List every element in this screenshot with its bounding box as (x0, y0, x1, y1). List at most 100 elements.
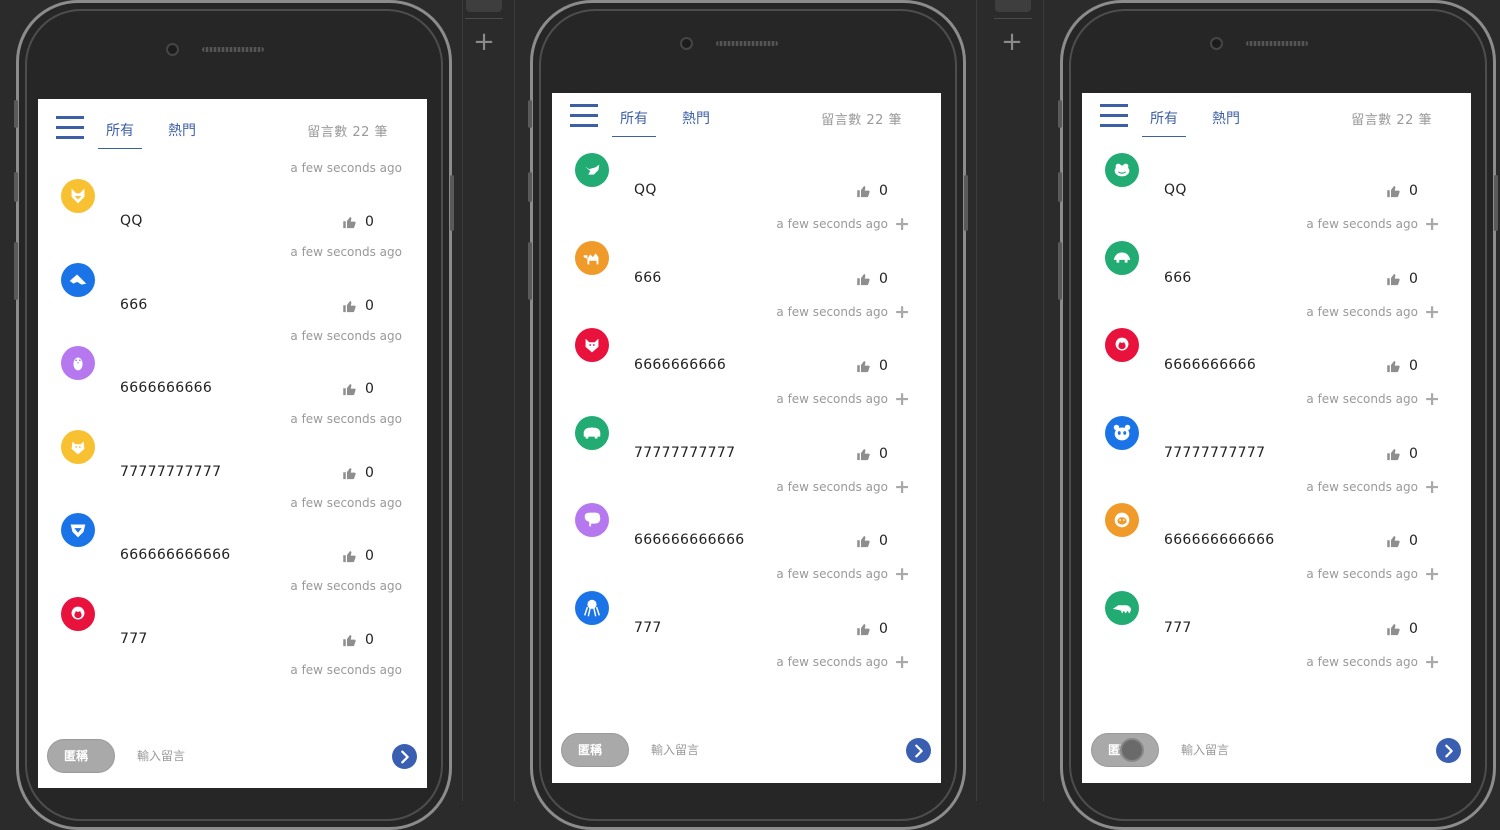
phone-side-button (14, 100, 18, 128)
like-button[interactable]: 0 (342, 298, 374, 314)
like-count: 0 (879, 358, 888, 374)
like-button[interactable]: 0 (856, 446, 888, 462)
like-count: 0 (1409, 621, 1418, 637)
anonymous-label: 匿稱 (578, 743, 603, 757)
thumbs-up-icon (856, 534, 871, 549)
camera-icon (680, 37, 693, 50)
like-button[interactable]: 0 (856, 271, 888, 287)
like-button[interactable]: 0 (1386, 446, 1418, 462)
frog-avatar (1105, 153, 1139, 187)
hamburger-menu-icon[interactable] (56, 116, 84, 141)
like-button[interactable]: 0 (342, 548, 374, 564)
thumbs-up-icon (342, 549, 357, 564)
monkey-icon (1115, 337, 1129, 351)
comment-count: 留言數 22 筆 (1351, 113, 1432, 128)
app-screen: 所有 熱門 留言數 22 筆 QQ 0 a few seconds ago +666 0 a f… (1082, 93, 1471, 783)
timestamp: a few seconds ago (1306, 567, 1418, 581)
timestamp: a few seconds ago (1306, 655, 1418, 669)
add-reply-icon[interactable]: + (894, 653, 910, 672)
toggle-knob[interactable] (1120, 738, 1144, 762)
like-button[interactable]: 0 (1386, 183, 1418, 199)
device-handle[interactable] (995, 0, 1031, 12)
tab-all[interactable]: 所有 (612, 108, 656, 137)
camera-icon (1210, 37, 1223, 50)
turtle-avatar (1105, 241, 1139, 275)
like-button[interactable]: 0 (856, 533, 888, 549)
like-count: 0 (365, 298, 374, 314)
turtle-icon (1113, 252, 1131, 263)
add-reply-icon[interactable]: + (894, 215, 910, 234)
tab-hot[interactable]: 熱門 (1212, 108, 1240, 128)
add-reply-icon[interactable]: + (1424, 390, 1440, 409)
monkey-icon (71, 606, 85, 620)
like-count: 0 (365, 548, 374, 564)
like-button[interactable]: 0 (1386, 358, 1418, 374)
timestamp: a few seconds ago (290, 245, 402, 259)
message-text: 777 (120, 631, 148, 647)
phone-power-button (1494, 175, 1498, 231)
message-text: 77777777777 (634, 445, 736, 461)
send-button[interactable] (906, 738, 931, 763)
like-button[interactable]: 0 (1386, 533, 1418, 549)
like-button[interactable]: 0 (1386, 621, 1418, 637)
panel-divider (462, 0, 463, 801)
anonymous-toggle[interactable]: 匿稱 (1091, 733, 1159, 767)
timestamp: a few seconds ago (1306, 305, 1418, 319)
like-count: 0 (365, 632, 374, 648)
message-text: QQ (634, 182, 657, 198)
message-input[interactable] (1181, 738, 1381, 762)
anonymous-label: 匿稱 (64, 749, 89, 763)
thumbs-up-icon (342, 382, 357, 397)
octopus-avatar (575, 591, 609, 625)
device-handle[interactable] (466, 0, 502, 12)
anonymous-toggle[interactable]: 匿稱 (47, 739, 115, 773)
like-button[interactable]: 0 (342, 381, 374, 397)
hamburger-menu-icon[interactable] (1100, 104, 1128, 129)
add-reply-icon[interactable]: + (894, 565, 910, 584)
add-reply-icon[interactable]: + (1424, 653, 1440, 672)
add-reply-icon[interactable]: + (894, 478, 910, 497)
message-input[interactable] (137, 744, 337, 768)
message-text: 6666666666 (120, 380, 213, 396)
add-device-icon[interactable]: + (1000, 29, 1024, 55)
add-reply-icon[interactable]: + (1424, 478, 1440, 497)
add-reply-icon[interactable]: + (1424, 303, 1440, 322)
shark-icon (69, 274, 87, 285)
thumbs-up-icon (856, 447, 871, 462)
anonymous-toggle[interactable]: 匿稱 (561, 733, 629, 767)
thumbs-up-icon (1386, 447, 1401, 462)
message-text: 6666666666 (1164, 357, 1257, 373)
phone-side-button (528, 172, 532, 202)
add-device-icon[interactable]: + (472, 29, 496, 55)
add-reply-icon[interactable]: + (894, 390, 910, 409)
like-count: 0 (879, 183, 888, 199)
message-input[interactable] (651, 738, 851, 762)
send-button[interactable] (392, 744, 417, 769)
like-button[interactable]: 0 (342, 632, 374, 648)
timestamp: a few seconds ago (776, 217, 888, 231)
like-button[interactable]: 0 (1386, 271, 1418, 287)
frog-icon (1114, 163, 1130, 177)
shark-avatar (61, 263, 95, 297)
tab-all[interactable]: 所有 (98, 120, 142, 149)
phone-power-button (450, 175, 454, 231)
like-button[interactable]: 0 (856, 358, 888, 374)
hamburger-menu-icon[interactable] (570, 104, 598, 129)
timestamp: a few seconds ago (290, 579, 402, 593)
tab-hot[interactable]: 熱門 (168, 120, 196, 140)
like-button[interactable]: 0 (342, 465, 374, 481)
like-button[interactable]: 0 (856, 183, 888, 199)
add-reply-icon[interactable]: + (894, 303, 910, 322)
like-button[interactable]: 0 (856, 621, 888, 637)
tab-hot[interactable]: 熱門 (682, 108, 710, 128)
like-button[interactable]: 0 (342, 214, 374, 230)
octopus-icon (583, 599, 601, 617)
sloth-icon (1114, 512, 1130, 528)
add-reply-icon[interactable]: + (1424, 565, 1440, 584)
add-reply-icon[interactable]: + (1424, 215, 1440, 234)
lion-avatar (61, 513, 95, 547)
timestamp: a few seconds ago (290, 412, 402, 426)
tab-all[interactable]: 所有 (1142, 108, 1186, 137)
anteater-icon (1112, 605, 1132, 614)
send-button[interactable] (1436, 738, 1461, 763)
